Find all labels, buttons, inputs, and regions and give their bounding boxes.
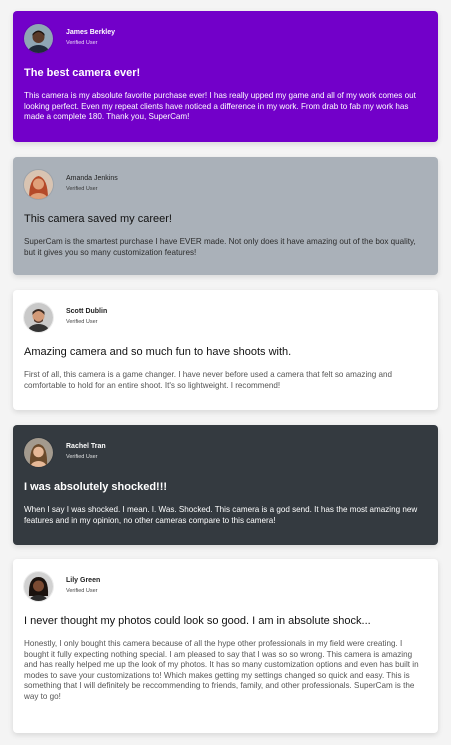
avatar xyxy=(24,571,53,601)
verified-badge: Verified User xyxy=(66,588,98,595)
testimonial-text: Honestly, I only bought this camera beca… xyxy=(24,639,419,701)
avatar xyxy=(24,169,53,199)
testimonial-text: When I say I was shocked. I mean. I. Was… xyxy=(24,505,418,525)
testimonial-title: Amazing camera and so much fun to have s… xyxy=(24,346,292,358)
testimonial-card: Rachel Tran Verified User I was absolute… xyxy=(13,425,438,545)
testimonial-text: First of all, this camera is a game chan… xyxy=(24,370,393,390)
testimonial-card: James Berkley Verified User The best cam… xyxy=(13,11,438,142)
verified-badge: Verified User xyxy=(66,40,98,47)
testimonial-title: This camera saved my career! xyxy=(24,213,172,225)
testimonial-header: Rachel Tran Verified User xyxy=(24,437,427,467)
testimonial-card: Amanda Jenkins Verified User This camera… xyxy=(13,157,438,275)
testimonial-header: Amanda Jenkins Verified User xyxy=(24,169,427,199)
avatar xyxy=(24,437,53,467)
testimonial-title: I was absolutely shocked!!! xyxy=(24,481,168,493)
avatar-image xyxy=(24,169,53,199)
avatar-image xyxy=(24,571,53,601)
testimonial-card: Lily Green Verified User I never thought… xyxy=(13,559,438,733)
testimonial-header: Lily Green Verified User xyxy=(24,571,427,601)
avatar-image xyxy=(24,23,53,53)
verified-badge: Verified User xyxy=(66,454,98,461)
testimonial-card: Scott Dublin Verified User Amazing camer… xyxy=(13,290,438,410)
testimonial-text: This camera is my absolute favorite purc… xyxy=(24,91,416,121)
reviewer-name: James Berkley xyxy=(66,29,116,37)
testimonial-title: I never thought my photos could look so … xyxy=(24,615,371,627)
reviewer-name: Amanda Jenkins xyxy=(66,175,118,183)
verified-badge: Verified User xyxy=(66,319,98,326)
testimonial-header: James Berkley Verified User xyxy=(24,23,427,53)
avatar xyxy=(24,23,53,53)
avatar-image xyxy=(24,302,53,332)
reviewer-name: Lily Green xyxy=(66,577,101,585)
avatar-image xyxy=(24,437,53,467)
testimonial-header: Scott Dublin Verified User xyxy=(24,302,427,332)
reviewer-name: Rachel Tran xyxy=(66,443,106,451)
testimonial-text: SuperCam is the smartest purchase I have… xyxy=(24,237,416,257)
verified-badge: Verified User xyxy=(66,186,98,193)
testimonial-title: The best camera ever! xyxy=(24,67,141,79)
reviewer-name: Scott Dublin xyxy=(66,308,108,316)
testimonials-section: James Berkley Verified User The best cam… xyxy=(0,0,451,745)
avatar xyxy=(24,302,53,332)
